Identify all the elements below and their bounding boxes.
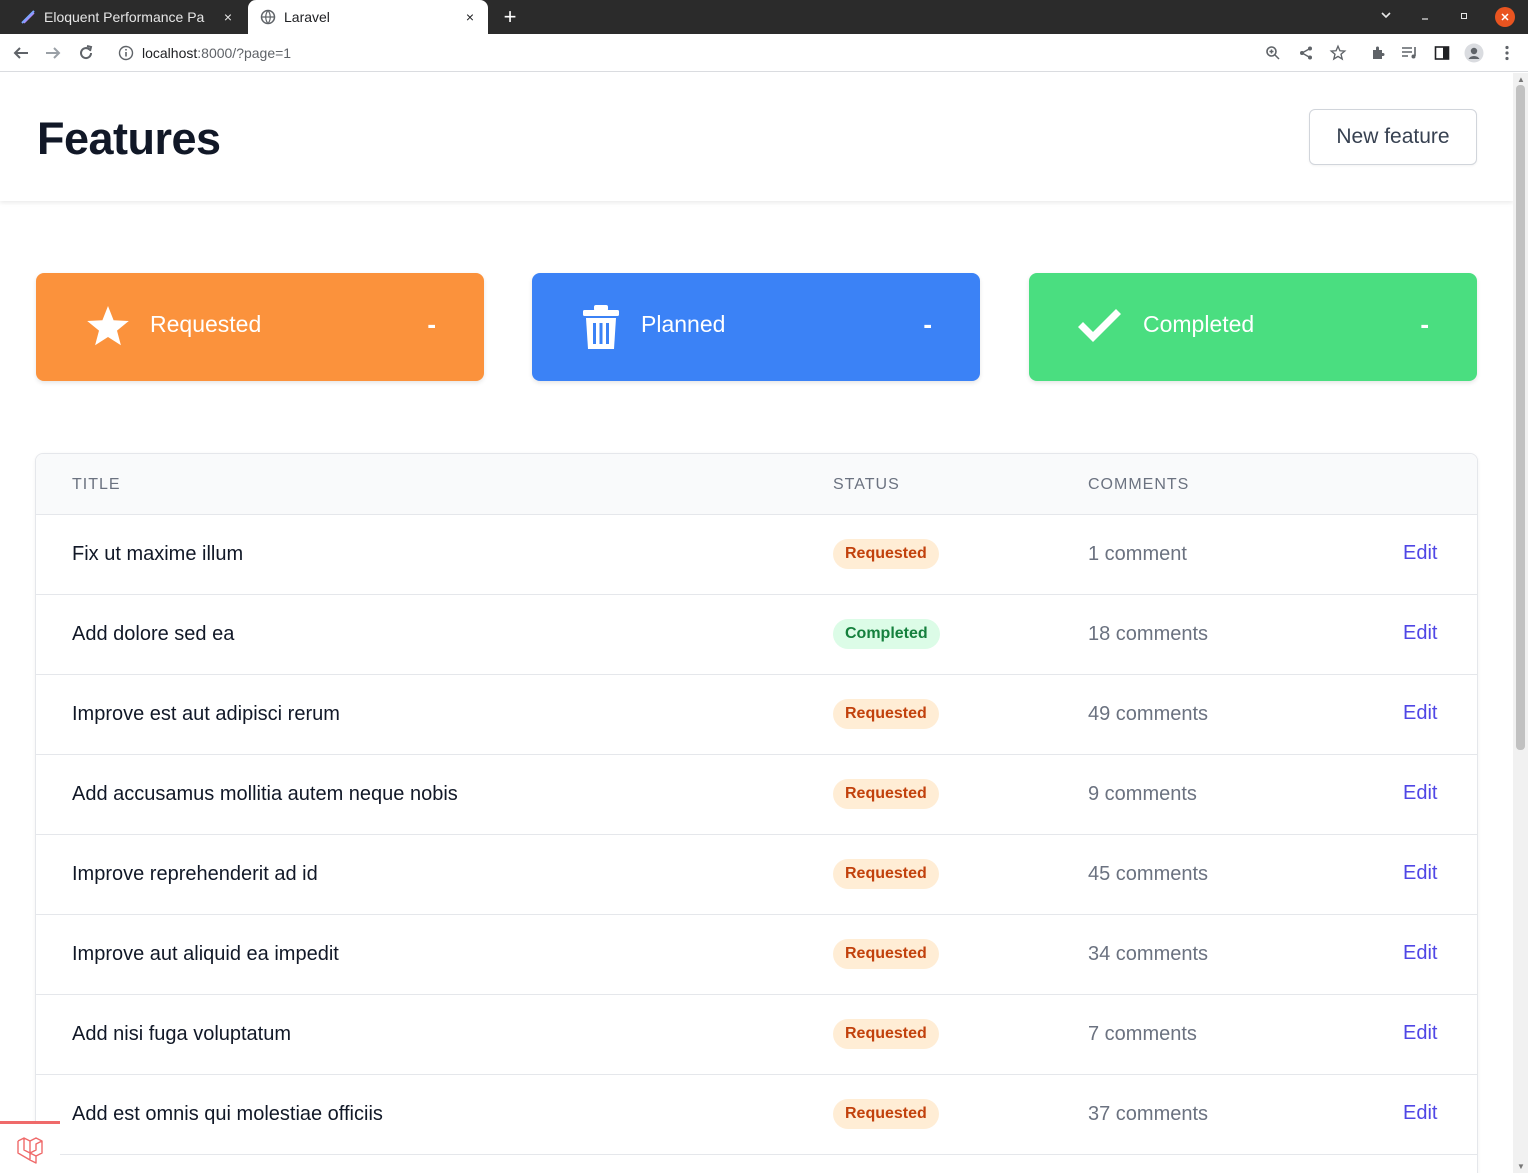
scroll-down-arrow-icon[interactable]: ▼ bbox=[1517, 1162, 1525, 1171]
scrollbar-thumb[interactable] bbox=[1516, 85, 1525, 750]
bookmark-star-icon[interactable] bbox=[1328, 43, 1348, 63]
back-icon[interactable] bbox=[8, 40, 34, 66]
url-text: localhost:8000/?page=1 bbox=[142, 45, 291, 61]
comments-count: 34 comments bbox=[1088, 943, 1209, 965]
column-header-status: STATUS bbox=[833, 476, 900, 493]
page-title: Features bbox=[37, 113, 221, 164]
edit-link[interactable]: Edit bbox=[1403, 782, 1437, 805]
stat-value: - bbox=[1420, 309, 1429, 339]
status-badge: Requested bbox=[833, 859, 939, 889]
window-close-icon[interactable] bbox=[1495, 7, 1515, 27]
url-path: :8000/?page=1 bbox=[197, 45, 292, 61]
stat-card-planned: Planned - bbox=[532, 273, 980, 381]
status-badge: Requested bbox=[833, 779, 939, 809]
browser-tab-bar: Eloquent Performance Pa × Laravel × + bbox=[0, 0, 1528, 34]
edit-link[interactable]: Edit bbox=[1403, 942, 1437, 965]
column-header-comments: COMMENTS bbox=[1088, 476, 1190, 493]
feature-title: Add dolore sed ea bbox=[72, 623, 235, 645]
check-icon bbox=[1078, 309, 1121, 342]
stat-card-completed: Completed - bbox=[1029, 273, 1477, 381]
feature-title: Add nisi fuga voluptatum bbox=[72, 1023, 292, 1045]
tab-close-icon[interactable]: × bbox=[458, 9, 482, 25]
url-host: localhost bbox=[142, 45, 198, 61]
edit-link[interactable]: Edit bbox=[1403, 702, 1437, 725]
tab-title: Laravel bbox=[284, 9, 330, 25]
edit-link[interactable]: Edit bbox=[1403, 1022, 1437, 1045]
scroll-up-arrow-icon[interactable]: ▲ bbox=[1517, 75, 1525, 84]
stat-card-requested: Requested - bbox=[36, 273, 484, 381]
edit-link[interactable]: Edit bbox=[1403, 862, 1437, 885]
table-header: TITLE STATUS COMMENTS bbox=[36, 454, 1477, 515]
new-feature-button[interactable]: New feature bbox=[1309, 109, 1477, 165]
feature-title: Add accusamus mollitia autem neque nobis bbox=[72, 783, 458, 805]
minimize-icon[interactable] bbox=[1415, 7, 1435, 27]
table-row: Add nisi fuga voluptatum Requested 7 comme… bbox=[36, 995, 1477, 1075]
comments-count: 45 comments bbox=[1088, 863, 1209, 885]
side-panel-icon[interactable] bbox=[1432, 43, 1452, 63]
laravel-debugbar-toggle[interactable] bbox=[0, 1121, 60, 1173]
profile-avatar-icon[interactable] bbox=[1464, 43, 1484, 63]
zoom-icon[interactable] bbox=[1263, 43, 1283, 63]
status-badge: Requested bbox=[833, 539, 939, 569]
table-row: Improve est aut adipisci rerum Requested 4… bbox=[36, 675, 1477, 755]
stat-label: Requested bbox=[150, 311, 262, 337]
table-row: Add dolore sed ea Completed 18 comments Edi… bbox=[36, 595, 1477, 675]
table-row: Improve aut aliquid ea impedit Requested 3… bbox=[36, 915, 1477, 995]
edit-link[interactable]: Edit bbox=[1403, 1102, 1437, 1125]
stat-label: Planned bbox=[641, 311, 726, 337]
new-tab-button[interactable]: + bbox=[498, 5, 522, 29]
tab-title: Eloquent Performance Pa bbox=[44, 9, 205, 25]
vertical-scrollbar[interactable]: ▲ ▼ bbox=[1513, 73, 1528, 1173]
trash-icon bbox=[583, 305, 619, 349]
comments-count: 37 comments bbox=[1088, 1103, 1209, 1125]
restore-icon[interactable] bbox=[1454, 7, 1474, 27]
tab-eloquent-performance[interactable]: Eloquent Performance Pa × bbox=[8, 0, 246, 34]
share-icon[interactable] bbox=[1296, 43, 1316, 63]
feature-title: Add est omnis qui molestiae officiis bbox=[72, 1103, 383, 1125]
status-badge: Completed bbox=[833, 619, 940, 649]
status-badge: Requested bbox=[833, 699, 939, 729]
menu-kebab-icon[interactable] bbox=[1497, 43, 1517, 63]
comments-count: 1 comment bbox=[1088, 543, 1187, 565]
stat-label: Completed bbox=[1143, 311, 1255, 337]
tab-close-icon[interactable]: × bbox=[216, 9, 240, 25]
page-viewport: Features New feature Requested - Planned… bbox=[0, 73, 1513, 1173]
feature-title: Fix ut maxime illum bbox=[72, 543, 244, 565]
status-badge: Requested bbox=[833, 1019, 939, 1049]
tab-laravel[interactable]: Laravel × bbox=[248, 0, 488, 34]
star-icon bbox=[87, 306, 129, 346]
stat-value: - bbox=[427, 309, 436, 339]
extensions-icon[interactable] bbox=[1368, 43, 1388, 63]
feature-title: Improve est aut adipisci rerum bbox=[72, 703, 340, 725]
feature-title: Improve reprehenderit ad id bbox=[72, 863, 318, 885]
media-control-icon[interactable] bbox=[1400, 43, 1420, 63]
stat-value: - bbox=[923, 309, 932, 339]
table-row: Add accusamus mollitia autem neque nobis… bbox=[36, 755, 1477, 835]
edit-link[interactable]: Edit bbox=[1403, 622, 1437, 645]
table-row: Add est omnis qui molestiae officiis Requ… bbox=[36, 1075, 1477, 1155]
table-row: Fix ut maxime illum Requested 1 comment Edi… bbox=[36, 515, 1477, 595]
tab-search-chevron-icon[interactable] bbox=[1376, 7, 1396, 27]
page-header: Features New feature bbox=[0, 73, 1513, 201]
browser-toolbar: localhost:8000/?page=1 bbox=[0, 34, 1528, 72]
comments-count: 9 comments bbox=[1088, 783, 1197, 805]
site-info-icon[interactable] bbox=[118, 45, 134, 61]
table-row: Improve reprehenderit ad id Requested 45 c… bbox=[36, 835, 1477, 915]
status-badge: Requested bbox=[833, 1099, 939, 1129]
comments-count: 18 comments bbox=[1088, 623, 1209, 645]
edit-link[interactable]: Edit bbox=[1403, 542, 1437, 565]
features-table: TITLE STATUS COMMENTS Fix ut maxime illu… bbox=[35, 453, 1478, 1173]
forward-icon[interactable] bbox=[40, 40, 66, 66]
laravel-logo-icon bbox=[17, 1136, 43, 1164]
status-badge: Requested bbox=[833, 939, 939, 969]
globe-icon bbox=[260, 9, 276, 25]
comments-count: 49 comments bbox=[1088, 703, 1209, 725]
address-bar[interactable]: localhost:8000/?page=1 bbox=[110, 38, 1355, 68]
feature-title: Improve aut aliquid ea impedit bbox=[72, 943, 339, 965]
comments-count: 7 comments bbox=[1088, 1023, 1197, 1045]
reload-icon[interactable] bbox=[73, 40, 99, 66]
column-header-title: TITLE bbox=[72, 476, 121, 493]
tab-favicon-icon bbox=[20, 9, 36, 25]
